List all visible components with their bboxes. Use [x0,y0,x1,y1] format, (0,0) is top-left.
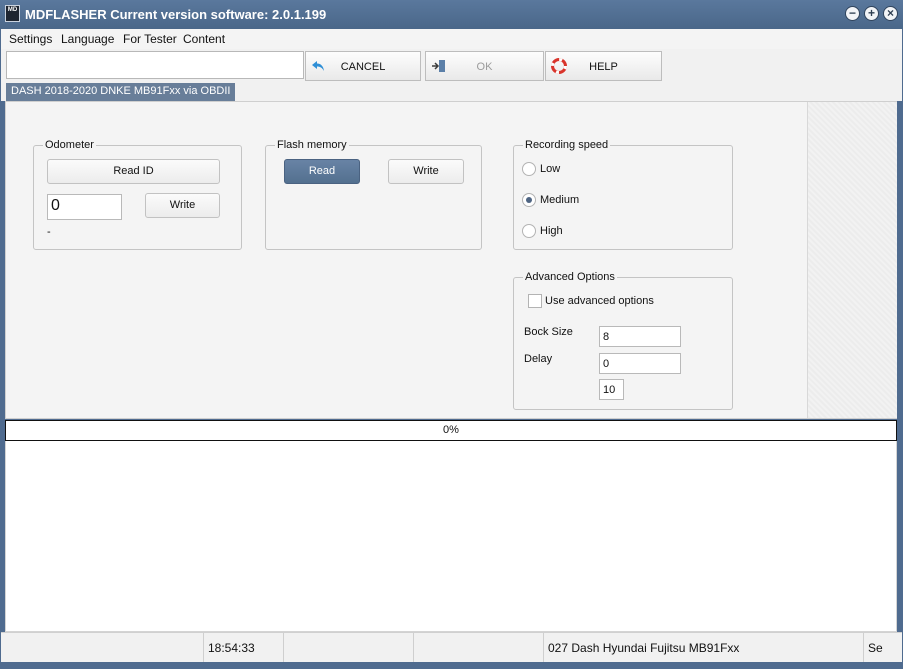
flash-memory-title: Flash memory [275,139,349,151]
advanced-options-title: Advanced Options [523,271,617,283]
main-panel: Odometer Read ID 0 Write - Flash memory … [5,101,897,419]
cancel-button[interactable]: CANCEL [305,51,421,81]
window-title: MDFLASHER Current version software: 2.0.… [25,7,327,22]
block-size-label: Bock Size [524,326,573,338]
path-input[interactable] [6,51,304,79]
menu-content[interactable]: Content [183,32,225,46]
log-area[interactable] [5,441,897,632]
ok-button[interactable]: OK [425,51,544,81]
menu-for-tester[interactable]: For Tester [123,32,177,46]
delay-label: Delay [524,353,553,365]
flash-write-button[interactable]: Write [388,159,464,184]
odometer-value-field[interactable]: 0 [47,194,122,220]
cancel-label: CANCEL [340,61,386,73]
odometer-status: - [47,226,51,238]
odometer-title: Odometer [43,139,96,151]
panel-side-area [807,102,897,418]
close-button[interactable]: × [883,6,898,21]
recording-speed-group: Recording speed Low Medium High [513,139,733,250]
radio-medium-label: Medium [540,194,580,206]
block-size-field[interactable]: 8 [599,326,681,347]
title-bar: MD MDFLASHER Current version software: 2… [0,0,903,29]
progress-text: 0% [443,424,459,436]
status-cell-empty-3 [413,633,543,662]
read-id-button[interactable]: Read ID [47,159,220,184]
radio-low[interactable] [522,162,536,176]
delay-field[interactable]: 0 [599,353,681,374]
recording-speed-title: Recording speed [523,139,611,151]
radio-low-label: Low [540,163,561,175]
status-device: 027 Dash Hyundai Fujitsu MB91Fxx [543,633,863,662]
radio-high[interactable] [522,224,536,238]
minimize-button[interactable]: − [845,6,860,21]
radio-high-label: High [540,225,563,237]
tab-dash-dnke[interactable]: DASH 2018-2020 DNKE MB91Fxx via OBDII [6,83,236,101]
status-cell-empty-1 [1,633,203,662]
status-cell-empty-2 [283,633,413,662]
use-advanced-checkbox[interactable] [528,294,542,308]
app-logo-icon: MD [5,5,20,22]
maximize-button[interactable]: + [864,6,879,21]
advanced-options-group: Advanced Options Use advanced options Bo… [513,271,733,410]
help-label: HELP [589,61,618,73]
menu-bar: Settings Language For Tester Content [1,29,902,49]
flash-memory-group: Flash memory Read Write [265,139,482,250]
menu-language[interactable]: Language [61,32,114,46]
use-advanced-label: Use advanced options [545,295,654,307]
status-last: Se [863,633,902,662]
odometer-write-button[interactable]: Write [145,193,220,218]
help-button[interactable]: HELP [545,51,662,81]
flash-read-button[interactable]: Read [284,159,360,184]
ok-label: OK [476,61,493,73]
radio-medium[interactable] [522,193,536,207]
status-bar: 18:54:33 027 Dash Hyundai Fujitsu MB91Fx… [1,632,902,662]
tab-strip: DASH 2018-2020 DNKE MB91Fxx via OBDII [1,83,902,101]
odometer-group: Odometer Read ID 0 Write - [33,139,242,250]
extra-value-field[interactable]: 10 [599,379,624,400]
menu-settings[interactable]: Settings [9,32,52,46]
status-time: 18:54:33 [203,633,283,662]
progress-bar: 0% [5,420,897,441]
app-window: MD MDFLASHER Current version software: 2… [0,0,903,669]
toolbar: CANCEL OK HELP [1,49,902,83]
